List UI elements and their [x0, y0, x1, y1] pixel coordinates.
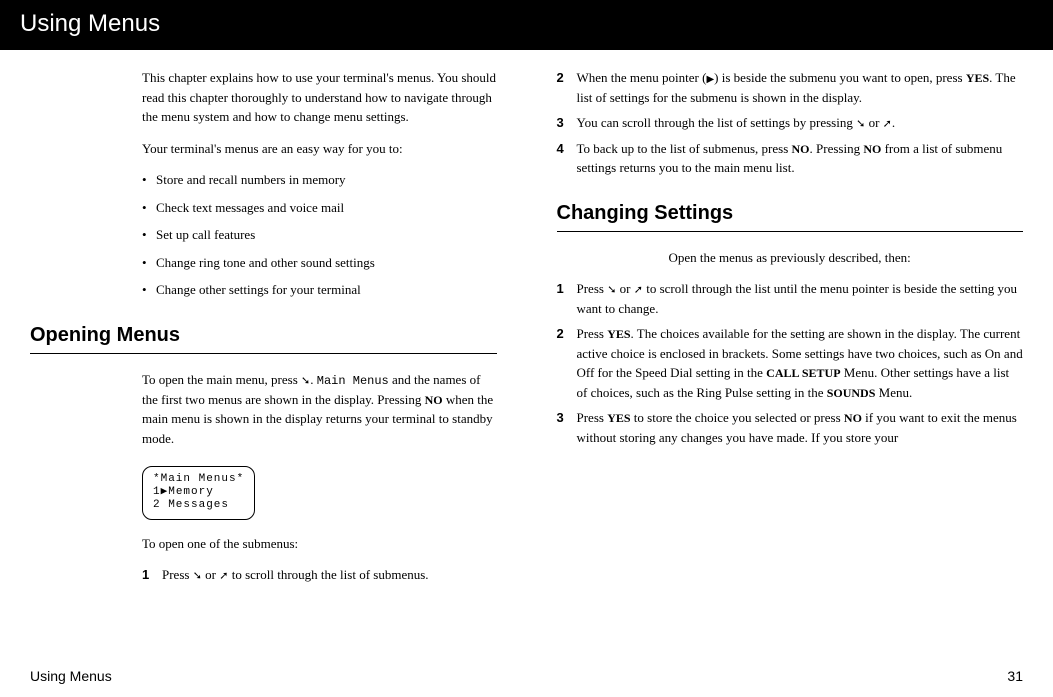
yes-key-label: YES — [607, 411, 630, 425]
display-line: 1▶Memory — [153, 486, 214, 498]
phone-display: *Main Menus* 1▶Memory 2 Messages — [142, 466, 255, 520]
page-header: Using Menus — [0, 0, 1053, 50]
step-number: 1 — [557, 279, 577, 318]
step-item: 1 Press ➘ or ➚ to scroll through the lis… — [557, 279, 1024, 318]
display-line: 2 Messages — [153, 499, 229, 511]
step-body: Press ➘ or ➚ to scroll through the list … — [162, 565, 497, 585]
left-column: This chapter explains how to use your te… — [30, 68, 497, 591]
no-key-label: NO — [844, 411, 862, 425]
opening-paragraph: To open the main menu, press ➘. Main Men… — [142, 370, 497, 449]
step-number: 1 — [142, 565, 162, 585]
main-menus-mono: Main Menus — [317, 374, 389, 388]
list-item: Set up call features — [142, 225, 497, 245]
list-item: Change ring tone and other sound setting… — [142, 253, 497, 273]
step-item: 3 You can scroll through the list of set… — [557, 113, 1024, 133]
step-number: 3 — [557, 408, 577, 447]
yes-key-label: YES — [607, 327, 630, 341]
opening-body: To open the main menu, press ➘. Main Men… — [142, 370, 497, 585]
step-body: Press YES to store the choice you select… — [577, 408, 1024, 447]
page-number: 31 — [1007, 666, 1023, 687]
footer-title: Using Menus — [30, 666, 112, 687]
step-item: 2 When the menu pointer (▶) is beside th… — [557, 68, 1024, 107]
no-key-label: NO — [425, 393, 443, 407]
down-right-arrow-icon: ➘ — [856, 116, 865, 133]
up-left-arrow-icon: ➚ — [634, 282, 643, 299]
changing-settings-heading: Changing Settings — [557, 198, 1024, 232]
step-body: To back up to the list of submenus, pres… — [577, 139, 1024, 178]
page-footer: Using Menus 31 — [30, 666, 1023, 687]
step-item: 4 To back up to the list of submenus, pr… — [557, 139, 1024, 178]
step-item: 3 Press YES to store the choice you sele… — [557, 408, 1024, 447]
changing-body: Open the menus as previously described, … — [669, 248, 1024, 268]
intro-paragraph: This chapter explains how to use your te… — [142, 68, 497, 127]
no-key-label: NO — [792, 142, 810, 156]
down-right-arrow-icon: ➘ — [301, 373, 310, 390]
step-body: Press ➘ or ➚ to scroll through the list … — [577, 279, 1024, 318]
step-body: Press YES. The choices available for the… — [577, 324, 1024, 402]
no-key-label: NO — [863, 142, 881, 156]
submenu-lead: To open one of the submenus: — [142, 534, 497, 554]
sounds-label: SOUNDS — [827, 386, 876, 400]
lead-paragraph: Your terminal's menus are an easy way fo… — [142, 139, 497, 159]
page-content: This chapter explains how to use your te… — [0, 50, 1053, 591]
step-number: 3 — [557, 113, 577, 133]
list-item: Check text messages and voice mail — [142, 198, 497, 218]
step-number: 2 — [557, 68, 577, 107]
yes-key-label: YES — [966, 71, 989, 85]
changing-lead: Open the menus as previously described, … — [669, 248, 1024, 268]
step-body: When the menu pointer (▶) is beside the … — [577, 68, 1024, 107]
step-body: You can scroll through the list of setti… — [577, 113, 1024, 133]
step-number: 4 — [557, 139, 577, 178]
feature-list: Store and recall numbers in memory Check… — [142, 170, 497, 300]
down-right-arrow-icon: ➘ — [193, 568, 202, 585]
opening-menus-heading: Opening Menus — [30, 320, 497, 354]
right-column: 2 When the menu pointer (▶) is beside th… — [557, 68, 1024, 591]
up-left-arrow-icon: ➚ — [883, 116, 892, 133]
intro-block: This chapter explains how to use your te… — [142, 68, 497, 300]
call-setup-label: CALL SETUP — [766, 366, 840, 380]
step-number: 2 — [557, 324, 577, 402]
display-line: *Main Menus* — [153, 473, 244, 485]
step-item: 2 Press YES. The choices available for t… — [557, 324, 1024, 402]
list-item: Store and recall numbers in memory — [142, 170, 497, 190]
step-item: 1 Press ➘ or ➚ to scroll through the lis… — [142, 565, 497, 585]
list-item: Change other settings for your terminal — [142, 280, 497, 300]
